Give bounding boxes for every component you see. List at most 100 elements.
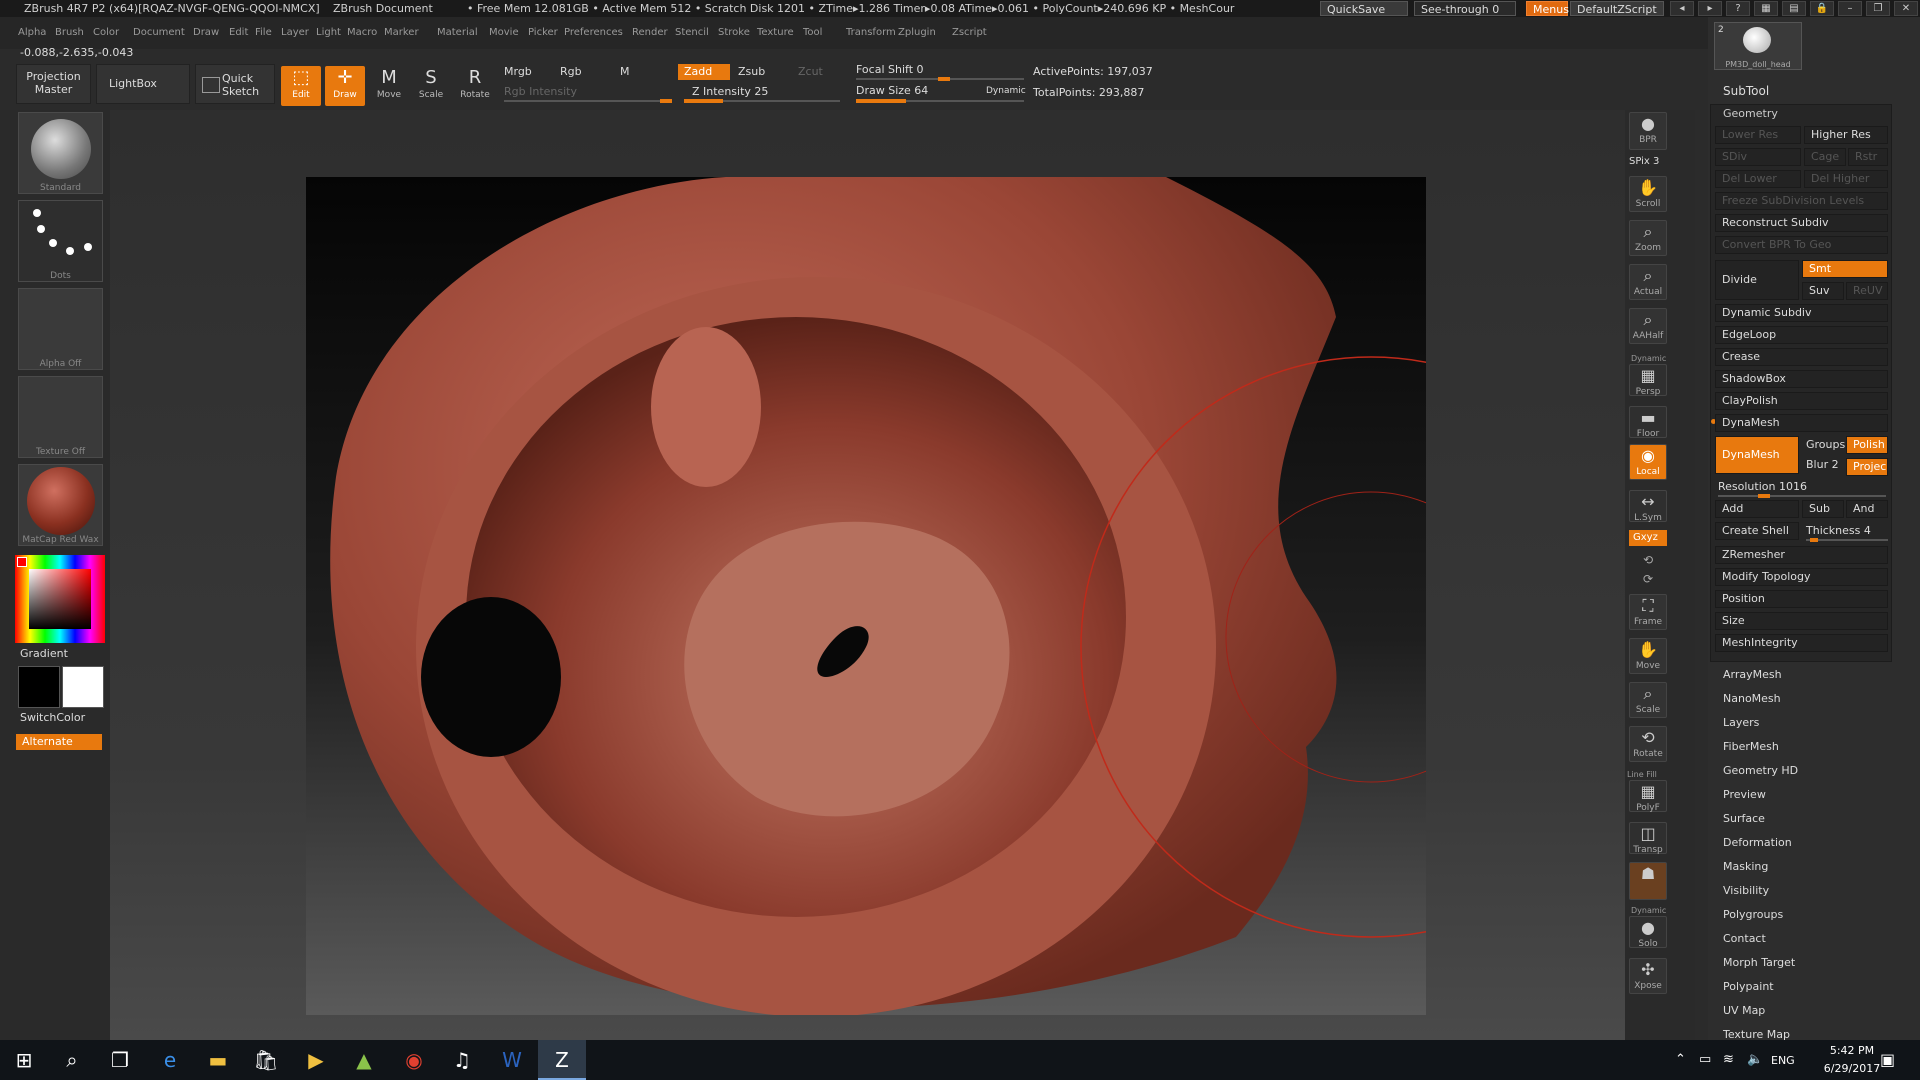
draw-tool-button[interactable]: ✛ Draw bbox=[325, 66, 365, 106]
sculpt-model[interactable] bbox=[306, 177, 1426, 1015]
draw-size-track[interactable] bbox=[856, 99, 1024, 103]
del-higher-button[interactable]: Del Higher bbox=[1804, 170, 1888, 188]
gradient-toggle[interactable]: Gradient bbox=[20, 647, 68, 660]
search-icon[interactable]: ⌕ bbox=[48, 1040, 96, 1080]
resolution-slider[interactable]: Resolution 1016 bbox=[1718, 480, 1807, 493]
pinned-app-icon[interactable]: ▲ bbox=[340, 1040, 388, 1080]
section-layers[interactable]: Layers bbox=[1723, 716, 1759, 729]
layout-right-icon[interactable]: ▸ bbox=[1698, 1, 1722, 16]
scroll-button[interactable]: ✋ Scroll bbox=[1629, 176, 1667, 212]
spix-slider[interactable]: SPix 3 bbox=[1629, 156, 1659, 167]
z-intensity-track[interactable] bbox=[684, 99, 840, 103]
layout-grid-icon[interactable]: ▦ bbox=[1754, 1, 1778, 16]
section-polypaint[interactable]: Polypaint bbox=[1723, 980, 1774, 993]
section-morph-target[interactable]: Morph Target bbox=[1723, 956, 1795, 969]
section-uv-map[interactable]: UV Map bbox=[1723, 1004, 1765, 1017]
menu-transform[interactable]: Transform bbox=[846, 27, 896, 38]
thickness-slider[interactable]: Thickness 4 bbox=[1806, 524, 1871, 537]
reuv-button[interactable]: ReUV bbox=[1846, 282, 1888, 300]
menu-stencil[interactable]: Stencil bbox=[675, 27, 709, 38]
notifications-icon[interactable]: ▣ bbox=[1880, 1050, 1895, 1069]
menu-document[interactable]: Document bbox=[133, 27, 185, 38]
local-button[interactable]: ◉ Local bbox=[1629, 444, 1667, 480]
resolution-track[interactable] bbox=[1718, 494, 1886, 498]
sub-button[interactable]: Sub bbox=[1802, 500, 1844, 518]
menu-zplugin[interactable]: Zplugin bbox=[898, 27, 936, 38]
rstr-button[interactable]: Rstr bbox=[1848, 148, 1888, 166]
menu-file[interactable]: File bbox=[255, 27, 272, 38]
edit-tool-button[interactable]: ⬚ Edit bbox=[281, 66, 321, 106]
smt-toggle[interactable]: Smt bbox=[1802, 260, 1888, 278]
draw-size-slider[interactable]: Draw Size 64 bbox=[856, 84, 928, 97]
dynamic-subdiv-section[interactable]: Dynamic Subdiv bbox=[1715, 304, 1888, 322]
section-polygroups[interactable]: Polygroups bbox=[1723, 908, 1783, 921]
itunes-icon[interactable]: ♫ bbox=[438, 1040, 486, 1080]
thickness-track[interactable] bbox=[1806, 538, 1888, 542]
start-icon[interactable]: ⊞ bbox=[0, 1040, 48, 1080]
section-fibermesh[interactable]: FiberMesh bbox=[1723, 740, 1779, 753]
cage-button[interactable]: Cage bbox=[1804, 148, 1846, 166]
dynamesh-button[interactable]: DynaMesh bbox=[1715, 436, 1799, 474]
create-shell-button[interactable]: Create Shell bbox=[1715, 522, 1799, 540]
claypolish-section[interactable]: ClayPolish bbox=[1715, 392, 1888, 410]
section-preview[interactable]: Preview bbox=[1723, 788, 1766, 801]
section-nanomesh[interactable]: NanoMesh bbox=[1723, 692, 1781, 705]
higher-res-button[interactable]: Higher Res bbox=[1804, 126, 1888, 144]
quicksave-button[interactable]: QuickSave bbox=[1320, 1, 1408, 16]
line-fill-toggle[interactable]: Line Fill bbox=[1627, 770, 1657, 779]
project-toggle[interactable]: Projec bbox=[1846, 458, 1888, 476]
sdiv-slider[interactable]: SDiv bbox=[1715, 148, 1801, 166]
solo-button[interactable]: ● Solo bbox=[1629, 916, 1667, 949]
rotate-view-button[interactable]: ⟲ Rotate bbox=[1629, 726, 1667, 762]
language-indicator[interactable]: ENG bbox=[1771, 1054, 1795, 1067]
menu-stroke[interactable]: Stroke bbox=[718, 27, 750, 38]
store-icon[interactable]: 🛍 bbox=[242, 1040, 290, 1080]
section-contact[interactable]: Contact bbox=[1723, 932, 1766, 945]
alpha-thumbnail[interactable]: Alpha Off bbox=[18, 288, 103, 370]
help-icon[interactable]: ? bbox=[1726, 1, 1750, 16]
floor-button[interactable]: ▬ Floor bbox=[1629, 406, 1667, 439]
alternate-toggle[interactable]: Alternate bbox=[16, 734, 102, 750]
crease-section[interactable]: Crease bbox=[1715, 348, 1888, 366]
xpose-button[interactable]: ✣ Xpose bbox=[1629, 958, 1667, 994]
convert-bpr-button[interactable]: Convert BPR To Geo bbox=[1715, 236, 1888, 254]
reconstruct-subdiv-button[interactable]: Reconstruct Subdiv bbox=[1715, 214, 1888, 232]
scale-tool-button[interactable]: S Scale bbox=[411, 66, 451, 106]
ghost-button[interactable]: ☗ bbox=[1629, 862, 1667, 900]
menu-alpha[interactable]: Alpha bbox=[18, 27, 46, 38]
word-icon[interactable]: W bbox=[488, 1040, 536, 1080]
default-zscript-button[interactable]: DefaultZScript bbox=[1570, 1, 1664, 16]
stroke-thumbnail[interactable]: Dots bbox=[18, 200, 103, 282]
zoom-button[interactable]: ⌕ Zoom bbox=[1629, 220, 1667, 256]
file-explorer-icon[interactable]: ▬ bbox=[194, 1040, 242, 1080]
add-button[interactable]: Add bbox=[1715, 500, 1799, 518]
edge-icon[interactable]: e bbox=[146, 1040, 194, 1080]
menu-edit[interactable]: Edit bbox=[229, 27, 248, 38]
m-toggle[interactable]: M bbox=[620, 65, 630, 78]
layout-left-icon[interactable]: ◂ bbox=[1670, 1, 1694, 16]
menu-preferences[interactable]: Preferences bbox=[564, 27, 623, 38]
menu-material[interactable]: Material bbox=[437, 27, 478, 38]
del-lower-button[interactable]: Del Lower bbox=[1715, 170, 1801, 188]
texture-thumbnail[interactable]: Texture Off bbox=[18, 376, 103, 458]
lsym-button[interactable]: ↔ L.Sym bbox=[1629, 490, 1667, 523]
network-icon[interactable]: ≋ bbox=[1723, 1052, 1734, 1067]
position-section[interactable]: Position bbox=[1715, 590, 1888, 608]
primary-color-swatch[interactable] bbox=[62, 666, 104, 708]
menu-tool[interactable]: Tool bbox=[803, 27, 822, 38]
section-visibility[interactable]: Visibility bbox=[1723, 884, 1769, 897]
size-section[interactable]: Size bbox=[1715, 612, 1888, 630]
frame-button[interactable]: ⛶ Frame bbox=[1629, 594, 1667, 630]
menu-marker[interactable]: Marker bbox=[384, 27, 419, 38]
suv-toggle[interactable]: Suv bbox=[1802, 282, 1844, 300]
battery-icon[interactable]: ▭ bbox=[1699, 1052, 1711, 1067]
switchcolor-button[interactable]: SwitchColor bbox=[20, 711, 85, 724]
actual-button[interactable]: ⌕ Actual bbox=[1629, 264, 1667, 300]
rotate-y-icon[interactable]: ⟲ bbox=[1643, 553, 1653, 567]
menu-color[interactable]: Color bbox=[93, 27, 119, 38]
dynamic-toggle[interactable]: Dynamic bbox=[986, 86, 1026, 96]
material-thumbnail[interactable]: MatCap Red Wax bbox=[18, 464, 103, 546]
persp-button[interactable]: ▦ Persp bbox=[1629, 364, 1667, 397]
media-player-icon[interactable]: ▶ bbox=[292, 1040, 340, 1080]
restore-icon[interactable]: ❐ bbox=[1866, 1, 1890, 16]
